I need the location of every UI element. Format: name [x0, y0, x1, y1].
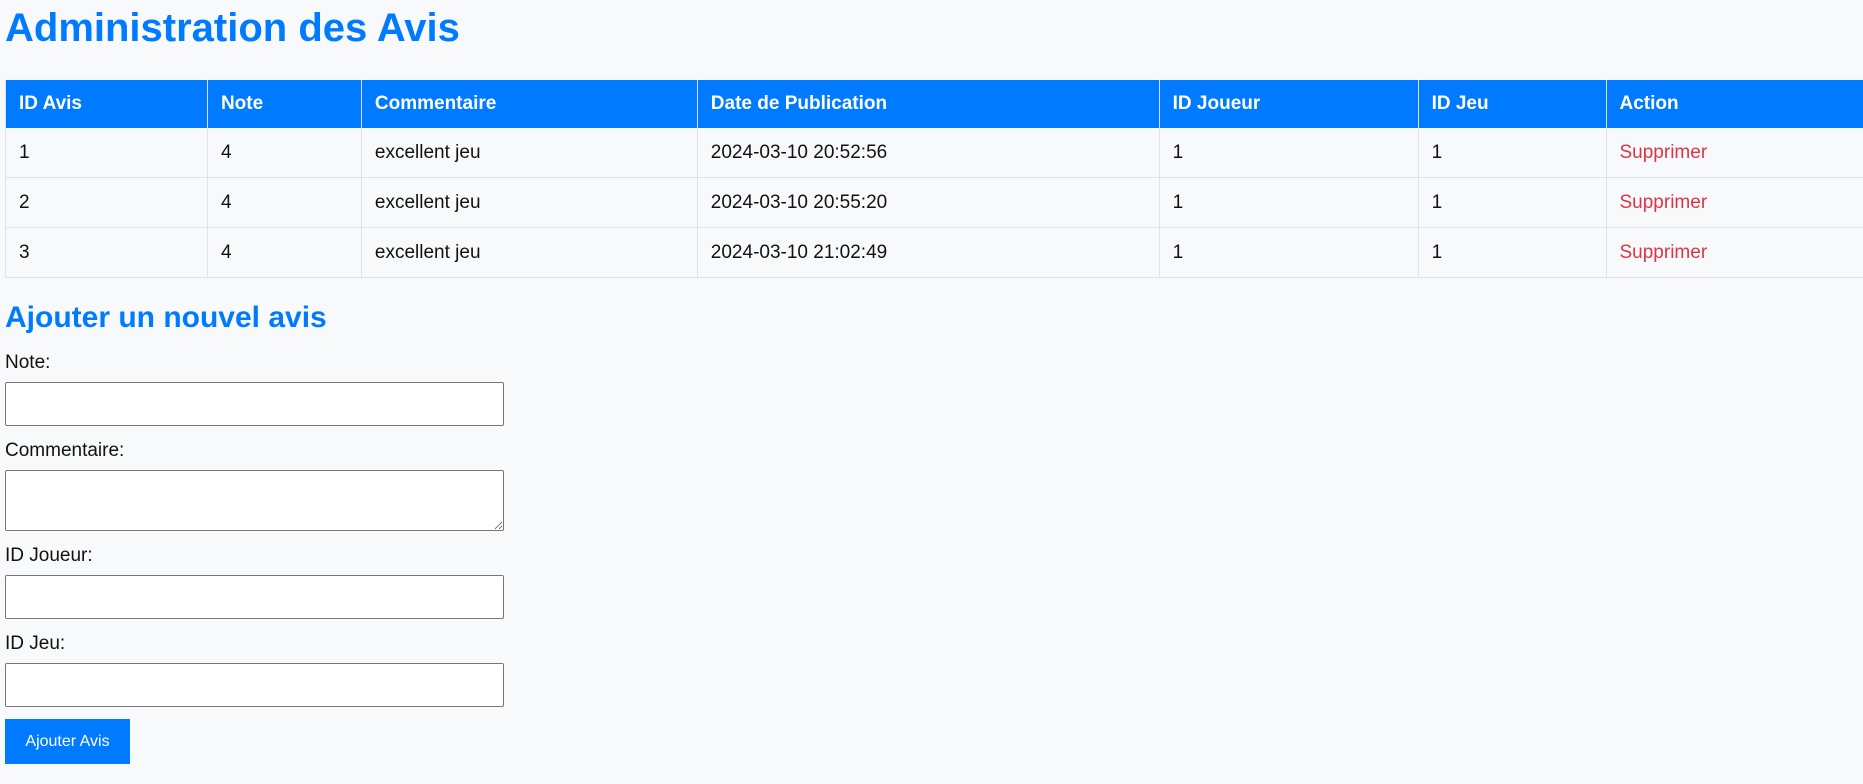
table-row: 2 4 excellent jeu 2024-03-10 20:55:20 1 …	[5, 177, 1863, 228]
comment-label: Commentaire:	[5, 440, 125, 461]
table-row: 1 4 excellent jeu 2024-03-10 20:52:56 1 …	[5, 128, 1863, 178]
cell-commentaire: excellent jeu	[361, 177, 698, 228]
delete-link[interactable]: Supprimer	[1620, 242, 1708, 263]
cell-id-joueur: 1	[1159, 128, 1419, 178]
cell-id-jeu: 1	[1418, 227, 1607, 278]
delete-link[interactable]: Supprimer	[1620, 192, 1708, 213]
cell-date: 2024-03-10 20:55:20	[697, 177, 1160, 228]
page-title: Administration des Avis	[5, 6, 460, 50]
cell-action: Supprimer	[1606, 128, 1863, 178]
column-header-id-avis: ID Avis	[5, 80, 208, 128]
comment-textarea[interactable]	[5, 470, 504, 531]
cell-note: 4	[207, 128, 362, 178]
add-review-form: Note: Commentaire: ID Joueur: ID Jeu: Aj…	[5, 352, 1863, 764]
column-header-id-joueur: ID Joueur	[1159, 80, 1419, 128]
cell-note: 4	[207, 177, 362, 228]
player-id-label: ID Joueur:	[5, 545, 93, 566]
page: Administration des Avis ID Avis Note Com…	[0, 0, 1863, 764]
player-id-input[interactable]	[5, 575, 504, 619]
table-header-row: ID Avis Note Commentaire Date de Publica…	[5, 80, 1863, 128]
cell-id-jeu: 1	[1418, 128, 1607, 178]
note-input[interactable]	[5, 382, 504, 426]
game-id-input[interactable]	[5, 663, 504, 707]
add-review-title: Ajouter un nouvel avis	[5, 301, 327, 334]
cell-date: 2024-03-10 20:52:56	[697, 128, 1160, 178]
note-label: Note:	[5, 352, 51, 373]
add-review-button[interactable]: Ajouter Avis	[5, 719, 130, 764]
delete-link[interactable]: Supprimer	[1620, 142, 1708, 163]
reviews-table: ID Avis Note Commentaire Date de Publica…	[5, 80, 1863, 278]
cell-date: 2024-03-10 21:02:49	[697, 227, 1160, 278]
column-header-note: Note	[207, 80, 362, 128]
column-header-action: Action	[1606, 80, 1863, 128]
cell-id-jeu: 1	[1418, 177, 1607, 228]
cell-id-joueur: 1	[1159, 227, 1419, 278]
cell-id-joueur: 1	[1159, 177, 1419, 228]
table-row: 3 4 excellent jeu 2024-03-10 21:02:49 1 …	[5, 227, 1863, 278]
column-header-date: Date de Publication	[697, 80, 1160, 128]
game-id-label: ID Jeu:	[5, 633, 66, 654]
column-header-commentaire: Commentaire	[361, 80, 698, 128]
cell-note: 4	[207, 227, 362, 278]
cell-id-avis: 3	[5, 227, 208, 278]
cell-commentaire: excellent jeu	[361, 227, 698, 278]
cell-id-avis: 1	[5, 128, 208, 178]
cell-action: Supprimer	[1606, 177, 1863, 228]
cell-commentaire: excellent jeu	[361, 128, 698, 178]
cell-action: Supprimer	[1606, 227, 1863, 278]
column-header-id-jeu: ID Jeu	[1418, 80, 1607, 128]
cell-id-avis: 2	[5, 177, 208, 228]
